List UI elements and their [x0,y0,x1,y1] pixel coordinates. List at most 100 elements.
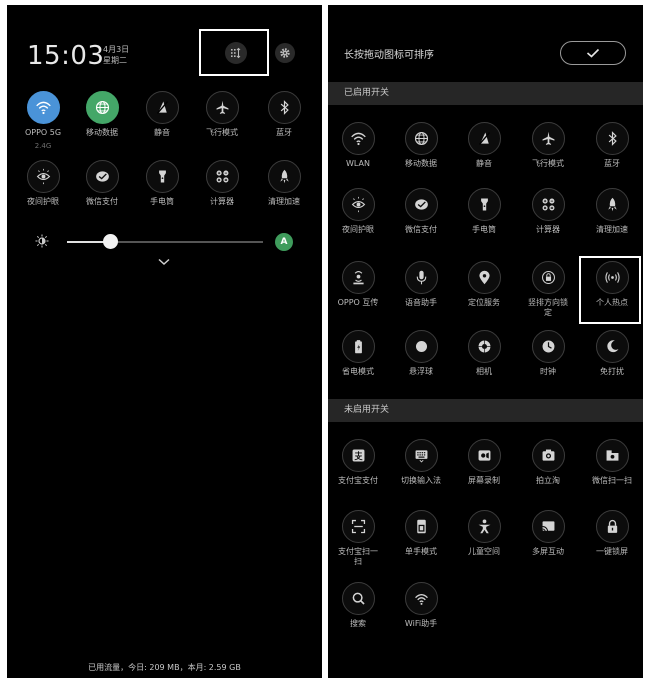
toggle-button[interactable] [531,439,565,472]
mute-icon [156,101,168,114]
toggle-button[interactable] [404,261,438,294]
screen-record-icon [478,450,490,461]
toggle-button[interactable] [267,91,301,124]
toggle-tile[interactable]: 飞行模式 [192,91,252,138]
toggle-button[interactable] [467,439,501,472]
toggle-tile[interactable]: 单手模式 [391,510,451,557]
chevron-down-icon[interactable] [157,258,171,266]
toggle-tile[interactable]: 免打扰 [582,330,642,377]
toggle-tile[interactable]: 相机 [454,330,514,377]
toggle-tile[interactable]: 语音助手 [391,261,451,308]
toggle-button[interactable] [26,91,60,124]
toggle-button[interactable] [531,188,565,221]
toggle-button[interactable] [404,582,438,615]
toggle-tile[interactable]: 计算器 [192,160,252,207]
toggle-tile[interactable]: 清理加速 [254,160,314,207]
toggle-button[interactable] [85,91,119,124]
toggle-button[interactable] [404,122,438,155]
toggle-tile[interactable]: 支付宝扫一扫 [328,510,388,567]
toggle-button[interactable] [341,188,375,221]
toggle-tile[interactable]: 飞行模式 [518,122,578,169]
toggle-tile[interactable]: OPPO 5G 2.4G [13,91,73,150]
wechat-scan-icon [606,450,618,461]
toggle-tile[interactable]: 多屏互动 [518,510,578,557]
toggle-button[interactable] [404,510,438,543]
brightness-slider[interactable] [67,234,263,249]
edit-toggles-button[interactable] [225,42,247,64]
toggle-tile[interactable]: 计算器 [518,188,578,235]
toggle-button[interactable] [341,510,375,543]
toggle-tile[interactable]: 蓝牙 [582,122,642,169]
toggle-tile[interactable]: 悬浮球 [391,330,451,377]
toggle-tile[interactable]: 定位服务 [454,261,514,308]
toggle-tile[interactable]: 时钟 [518,330,578,377]
flashlight-icon [158,170,166,183]
toggle-button[interactable] [404,330,438,363]
settings-button[interactable] [275,43,295,63]
toggle-button[interactable] [341,439,375,472]
toggle-label: 计算器 [210,197,234,206]
toggle-tile[interactable]: 移动数据 [72,91,132,138]
toggle-tile[interactable]: 静音 [132,91,192,138]
toggle-button[interactable] [467,122,501,155]
toggle-button[interactable] [467,261,501,294]
toggle-button[interactable] [404,188,438,221]
eye-care-icon [36,168,50,185]
done-button[interactable] [560,41,626,65]
toggle-tile[interactable]: 夜间护眼 [328,188,388,235]
toggle-tile[interactable]: WiFi助手 [391,582,451,629]
toggle-label: 移动数据 [405,159,437,168]
toggle-tile[interactable]: 静音 [454,122,514,169]
brightness-slider-thumb[interactable] [103,234,119,249]
toggle-tile[interactable]: 竖排方向锁定 [518,261,578,318]
toggle-button[interactable] [267,160,301,193]
toggle-button[interactable] [341,122,375,155]
toggle-button[interactable] [595,510,629,543]
auto-brightness-button[interactable]: A [275,233,293,251]
toggle-tile[interactable]: 夜间护眼 [13,160,73,207]
mute-icon [478,132,490,145]
toggle-button[interactable] [85,160,119,193]
toggle-label: 手电筒 [472,225,496,234]
toggle-button[interactable] [341,261,375,294]
toggle-button[interactable] [145,91,179,124]
toggle-button[interactable] [145,160,179,193]
toggle-tile[interactable]: 移动数据 [391,122,451,169]
toggle-label: WLAN [345,159,370,168]
toggle-button[interactable] [467,188,501,221]
toggle-tile[interactable]: 蓝牙 [254,91,314,138]
toggle-button[interactable] [595,122,629,155]
toggle-button[interactable] [205,160,239,193]
toggle-label: 蓝牙 [604,159,620,168]
toggle-button[interactable] [531,330,565,363]
toggle-tile[interactable]: 一键锁屏 [582,510,642,557]
toggle-tile[interactable]: 微信支付 [72,160,132,207]
toggle-tile[interactable]: 拍立淘 [518,439,578,486]
toggle-button[interactable] [341,582,375,615]
toggle-button[interactable] [26,160,60,193]
toggle-button[interactable] [205,91,239,124]
toggle-button[interactable] [595,188,629,221]
toggle-button[interactable] [467,510,501,543]
toggle-button[interactable] [404,439,438,472]
toggle-tile[interactable]: 微信扫一扫 [582,439,642,486]
toggle-tile[interactable]: 屏幕录制 [454,439,514,486]
toggle-button[interactable] [467,330,501,363]
toggle-button[interactable] [341,330,375,363]
toggle-button[interactable] [595,330,629,363]
toggle-tile[interactable]: OPPO 互传 [328,261,388,308]
toggle-tile[interactable]: 省电模式 [328,330,388,377]
toggle-button[interactable] [531,510,565,543]
toggle-button[interactable] [531,261,565,294]
toggle-button[interactable] [595,439,629,472]
toggle-tile[interactable]: 搜索 [328,582,388,629]
toggle-tile[interactable]: 儿童空间 [454,510,514,557]
toggle-button[interactable] [531,122,565,155]
toggle-tile[interactable]: 微信支付 [391,188,451,235]
toggle-tile[interactable]: 手电筒 [132,160,192,207]
toggle-tile[interactable]: WLAN [328,122,388,169]
toggle-tile[interactable]: 清理加速 [582,188,642,235]
toggle-tile[interactable]: 支付宝支付 [328,439,388,486]
toggle-tile[interactable]: 手电筒 [454,188,514,235]
toggle-tile[interactable]: 切换输入法 [391,439,451,486]
